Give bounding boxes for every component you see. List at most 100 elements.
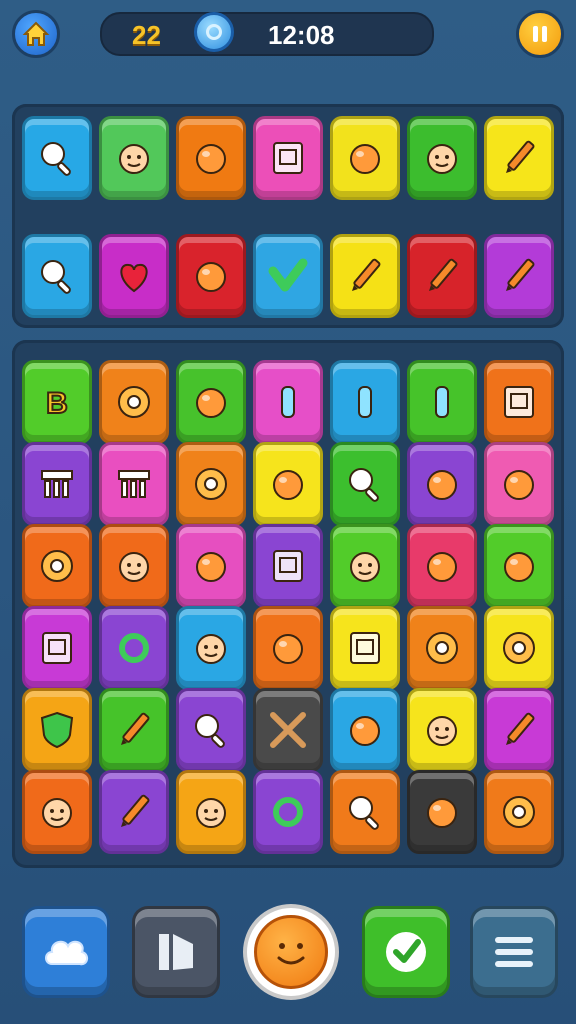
timer-display: 12:08	[268, 20, 335, 50]
tile[interactable]	[330, 234, 400, 318]
tile[interactable]	[330, 360, 400, 444]
tile[interactable]	[99, 770, 169, 854]
tile[interactable]	[407, 688, 477, 772]
tile[interactable]	[176, 234, 246, 318]
tile[interactable]	[22, 606, 92, 690]
tile[interactable]	[99, 234, 169, 318]
shield-icon	[40, 711, 74, 749]
tile[interactable]	[484, 234, 554, 318]
rocket-icon	[281, 386, 295, 418]
menu-button[interactable]	[470, 906, 558, 998]
tile[interactable]	[22, 116, 92, 200]
tile[interactable]	[407, 606, 477, 690]
tile[interactable]	[484, 688, 554, 772]
cactus-icon	[358, 386, 372, 418]
hook-icon	[119, 633, 149, 663]
bottle-icon	[435, 386, 449, 418]
tile[interactable]	[330, 116, 400, 200]
tile[interactable]	[99, 116, 169, 200]
tile[interactable]	[99, 524, 169, 608]
tile[interactable]	[407, 360, 477, 444]
tile[interactable]	[253, 442, 323, 526]
tile[interactable]	[484, 442, 554, 526]
tile[interactable]	[407, 524, 477, 608]
tile[interactable]	[330, 688, 400, 772]
crayon-icon	[352, 258, 381, 291]
tile[interactable]	[253, 116, 323, 200]
tile[interactable]	[253, 606, 323, 690]
square-button-icon	[273, 550, 303, 582]
lollipop-icon	[273, 634, 303, 664]
tile[interactable]	[176, 770, 246, 854]
magnifier-icon	[349, 796, 379, 830]
pause-button[interactable]	[516, 10, 564, 58]
tile[interactable]	[330, 770, 400, 854]
tile[interactable]	[484, 116, 554, 200]
pirate-face-icon	[42, 798, 72, 828]
tile[interactable]	[176, 360, 246, 444]
tile[interactable]	[484, 770, 554, 854]
heart-icon	[120, 263, 148, 293]
shuffle-icon	[159, 934, 193, 970]
tile[interactable]	[407, 234, 477, 318]
sawblade-icon	[195, 468, 227, 500]
home-button[interactable]	[12, 10, 60, 58]
crossed-bones-icon	[270, 712, 306, 748]
tile[interactable]	[407, 442, 477, 526]
lemon-icon	[196, 388, 226, 418]
shuffle-button[interactable]	[132, 906, 220, 998]
magnifier-icon	[41, 142, 71, 176]
tile[interactable]	[484, 606, 554, 690]
check-icon	[386, 932, 426, 972]
tile[interactable]	[330, 606, 400, 690]
tile[interactable]	[253, 234, 323, 318]
temple-icon	[41, 470, 73, 498]
wand-icon	[506, 258, 535, 291]
hud-bar: 22 12:08	[100, 12, 434, 56]
orange-fruit-icon	[196, 144, 226, 174]
pizza-icon	[196, 552, 226, 582]
tile[interactable]	[407, 770, 477, 854]
tile[interactable]	[253, 770, 323, 854]
coin-icon	[194, 12, 234, 52]
pencil-icon	[506, 140, 535, 173]
tile[interactable]	[176, 442, 246, 526]
ghost-icon	[427, 798, 457, 828]
tile[interactable]	[99, 688, 169, 772]
tile[interactable]	[330, 442, 400, 526]
tile[interactable]	[176, 688, 246, 772]
safe-icon	[42, 632, 72, 664]
tile[interactable]	[99, 606, 169, 690]
tile-tray	[12, 104, 564, 328]
tile[interactable]	[176, 116, 246, 200]
center-action-button[interactable]	[243, 904, 339, 1000]
boy-face-icon	[119, 552, 149, 582]
tile[interactable]	[99, 360, 169, 444]
tile[interactable]	[253, 524, 323, 608]
octopus-icon	[350, 716, 380, 746]
tile[interactable]	[330, 524, 400, 608]
frame-icon	[504, 386, 534, 418]
apple-icon	[427, 470, 457, 500]
tile[interactable]	[484, 524, 554, 608]
tile[interactable]	[253, 688, 323, 772]
cookie-icon	[503, 632, 535, 664]
pause-icon	[533, 26, 547, 42]
tile[interactable]	[484, 360, 554, 444]
tile[interactable]	[22, 524, 92, 608]
confirm-button[interactable]	[362, 906, 450, 998]
sun-icon	[426, 632, 458, 664]
tile[interactable]	[99, 442, 169, 526]
hint-button[interactable]	[22, 906, 110, 998]
tile[interactable]	[22, 770, 92, 854]
tile[interactable]	[22, 234, 92, 318]
tile[interactable]	[22, 442, 92, 526]
cat-face-icon	[427, 144, 457, 174]
tile[interactable]: B	[22, 360, 92, 444]
book-icon	[273, 142, 303, 174]
tile[interactable]	[407, 116, 477, 200]
tile[interactable]	[176, 524, 246, 608]
tile[interactable]	[176, 606, 246, 690]
tile[interactable]	[22, 688, 92, 772]
tile[interactable]	[253, 360, 323, 444]
